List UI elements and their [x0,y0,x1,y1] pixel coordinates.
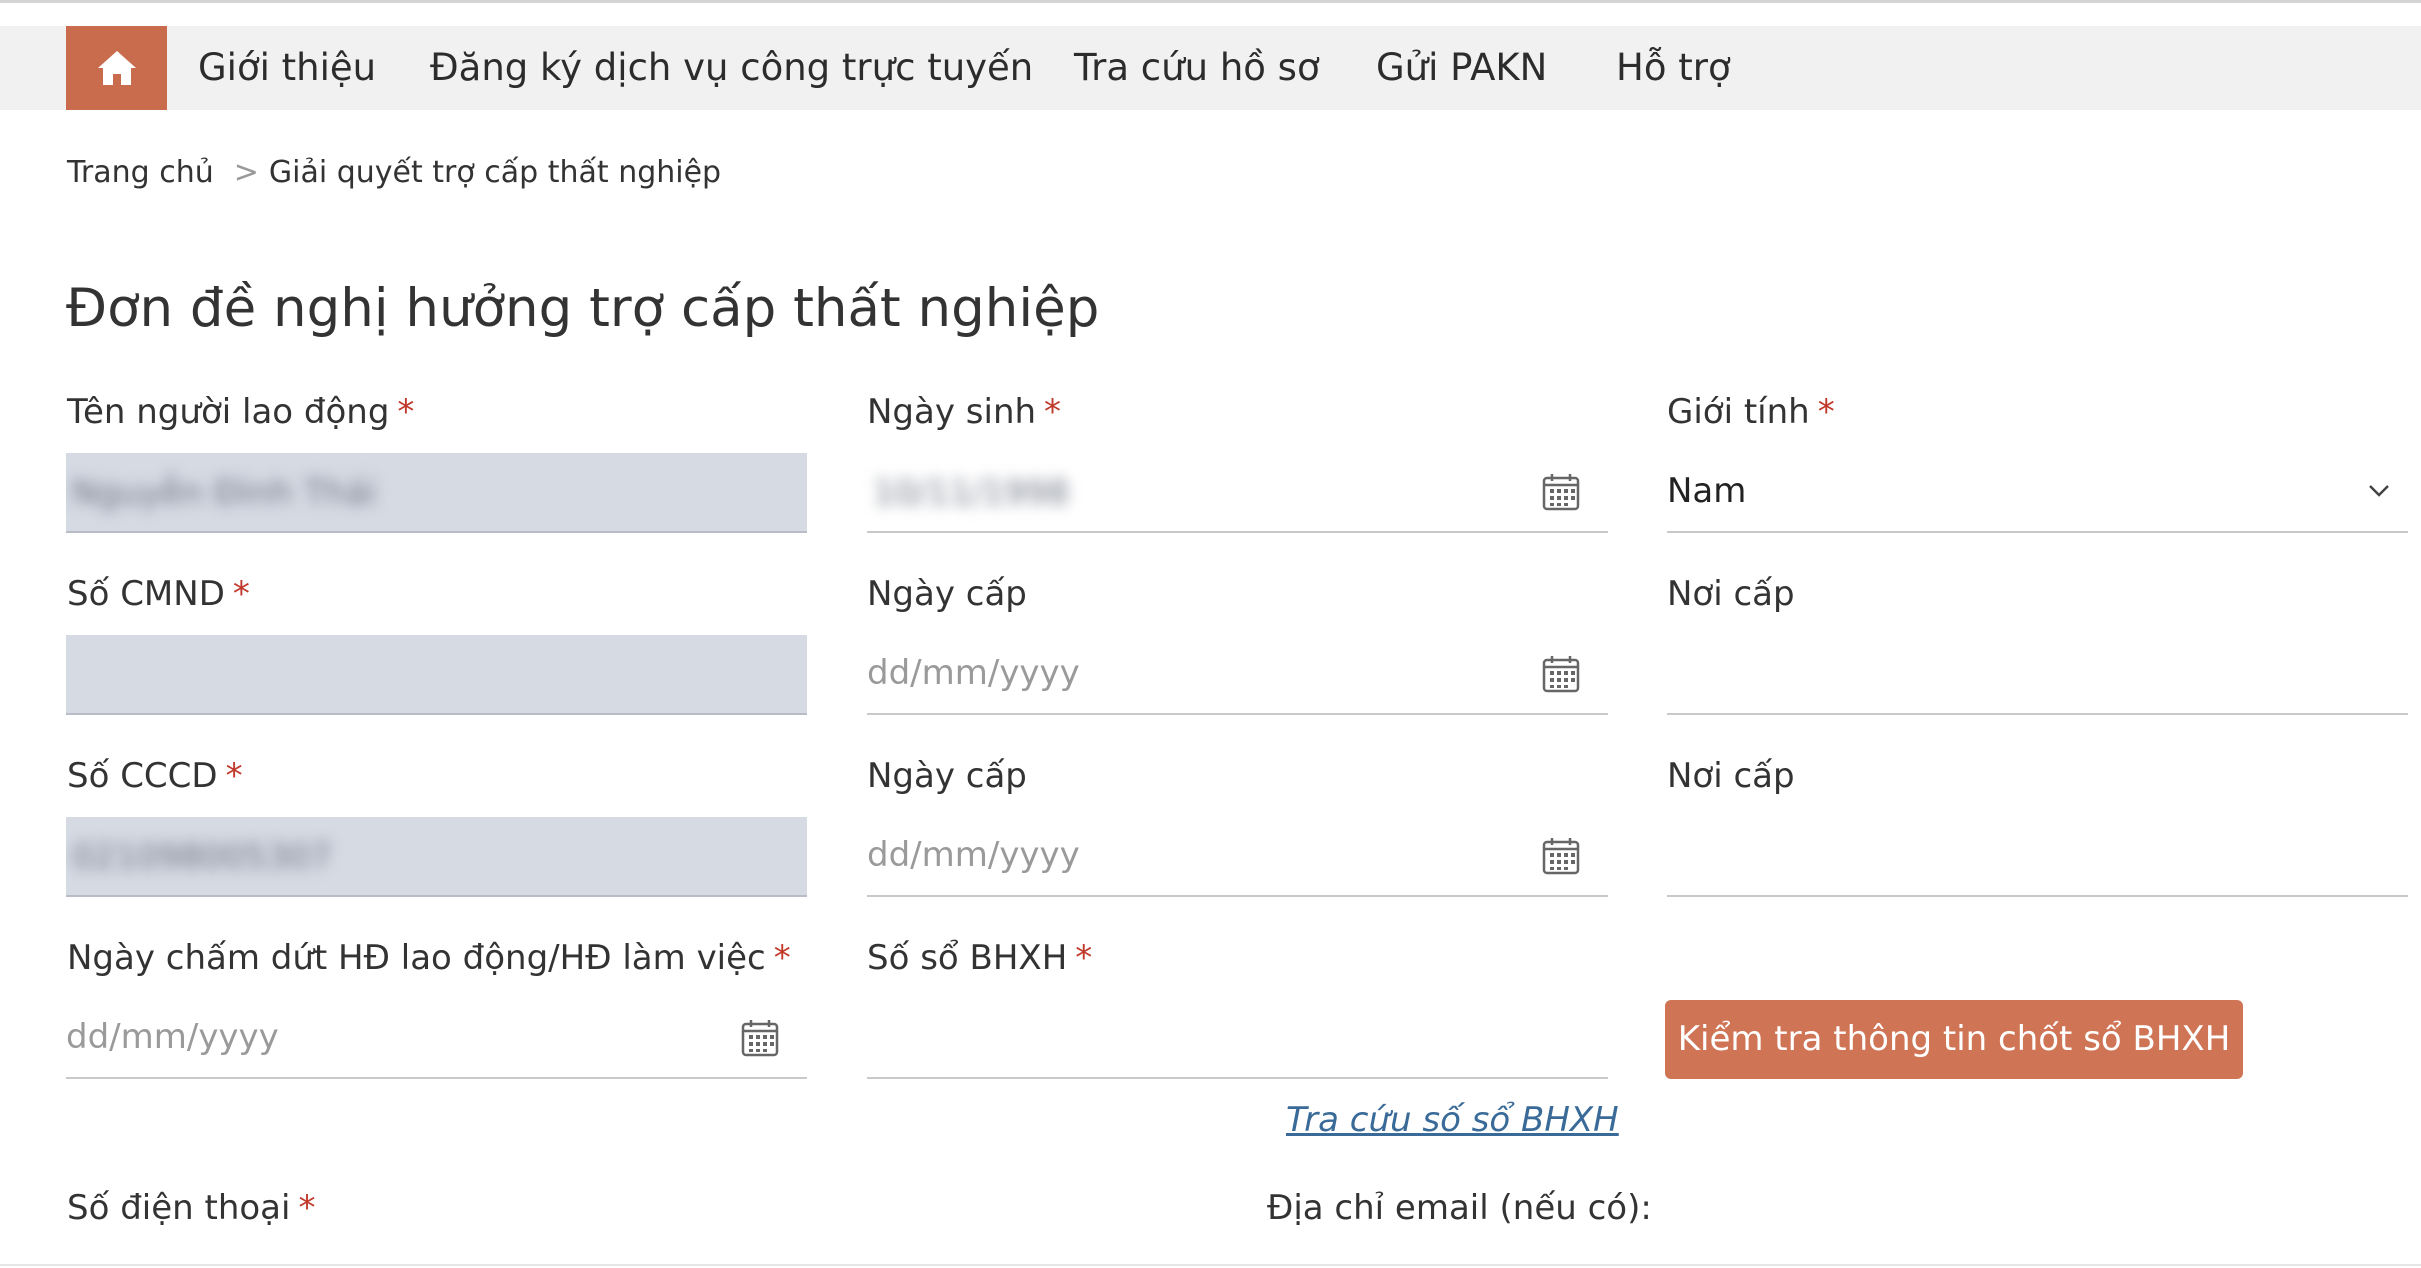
cmnd-field[interactable] [66,635,807,715]
contract-end-date-label: Ngày chấm dứt HĐ lao động/HĐ làm việc * [67,938,791,978]
cmnd-label: Số CMND * [67,574,250,614]
email-label: Địa chỉ email (nếu có): [1267,1188,1652,1228]
gender-label: Giới tính * [1667,392,1835,432]
contract-end-date-field [66,999,807,1079]
top-divider [0,0,2421,3]
cmnd-issue-date-input[interactable] [867,635,1507,711]
contract-end-date-input[interactable] [66,999,706,1075]
breadcrumb-separator: > [233,155,259,190]
breadcrumb: Trang chủ > Giải quyết trợ cấp thất nghiệp [67,155,721,190]
cmnd-issue-place-label: Nơi cấp [1667,574,1795,614]
chevron-down-icon [2369,485,2389,497]
nav-item-gui-pakn[interactable]: Gửi PAKN [1376,26,1547,110]
check-bhxh-button[interactable]: Kiểm tra thông tin chốt sổ BHXH [1665,1000,2243,1079]
worker-name-label: Tên người lao động * [67,392,415,432]
gender-select[interactable]: Nam [1667,453,2408,533]
lookup-bhxh-link[interactable]: Tra cứu số sổ BHXH [1286,1100,1619,1140]
calendar-icon[interactable] [1542,655,1580,693]
cccd-issue-date-input[interactable] [867,817,1507,893]
cccd-issue-place-label: Nơi cấp [1667,756,1795,796]
birth-date-value: 10/11/1998 [873,473,1069,513]
cmnd-issue-place-input[interactable] [1667,635,2307,711]
cccd-label: Số CCCD * [67,756,243,796]
cccd-issue-place-input[interactable] [1667,817,2307,893]
phone-label: Số điện thoại * [67,1188,316,1228]
birth-date-field[interactable]: 10/11/1998 [867,453,1608,533]
bottom-divider [0,1264,2421,1266]
cccd-value: 021098005307 [72,837,332,877]
birth-date-label: Ngày sinh * [867,392,1062,432]
page-title: Đơn đề nghị hưởng trợ cấp thất nghiệp [66,278,1100,339]
breadcrumb-home-link[interactable]: Trang chủ [67,155,214,190]
bhxh-number-input[interactable] [867,999,1507,1075]
cccd-field[interactable]: 021098005307 [66,817,807,897]
cmnd-issue-date-field [867,635,1608,715]
calendar-icon[interactable] [1542,837,1580,875]
cccd-issue-place-field [1667,817,2408,897]
nav-item-dang-ky-dich-vu[interactable]: Đăng ký dịch vụ công trực tuyến [430,26,1033,110]
bhxh-number-field [867,999,1608,1079]
cmnd-issue-date-label: Ngày cấp [867,574,1027,614]
cccd-issue-date-field [867,817,1608,897]
nav-item-gioi-thieu[interactable]: Giới thiệu [198,26,376,110]
bhxh-number-label: Số sổ BHXH * [867,938,1093,978]
calendar-icon[interactable] [741,1019,779,1057]
gender-selected-value: Nam [1667,471,1747,511]
home-button[interactable] [66,26,167,110]
breadcrumb-current: Giải quyết trợ cấp thất nghiệp [268,155,722,190]
home-icon [97,51,136,85]
nav-item-ho-tro[interactable]: Hỗ trợ [1616,26,1731,110]
calendar-icon[interactable] [1542,473,1580,511]
cccd-issue-date-label: Ngày cấp [867,756,1027,796]
cmnd-issue-place-field [1667,635,2408,715]
nav-item-tra-cuu-ho-so[interactable]: Tra cứu hồ sơ [1074,26,1320,110]
worker-name-field[interactable]: Nguyễn Đình Thái [66,453,807,533]
worker-name-value: Nguyễn Đình Thái [72,473,377,513]
